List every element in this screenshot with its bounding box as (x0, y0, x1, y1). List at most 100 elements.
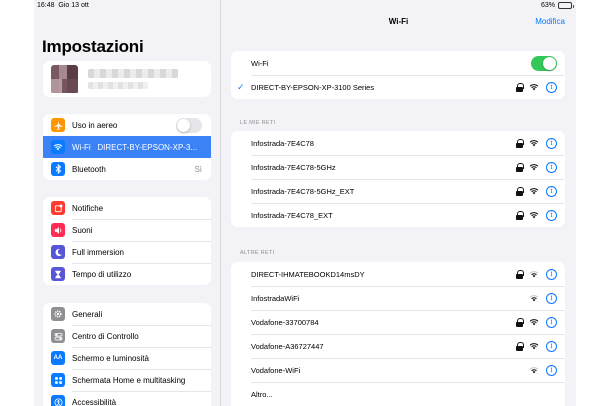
info-icon[interactable]: i (546, 137, 557, 149)
right-margin (576, 0, 610, 406)
date-text: Gio 13 ott (58, 2, 89, 9)
sidebar-item-schermata-home[interactable]: Schermata Home e multitasking (43, 369, 211, 391)
wifi-toggle-label: Wi-Fi (251, 58, 269, 68)
wifi-signal-icon (529, 295, 539, 302)
network-row[interactable]: Infostrada-7E4C78 i (231, 131, 565, 155)
blurred-name (88, 69, 178, 78)
status-time: 16:48 Gio 13 ott (37, 2, 89, 9)
sidebar-item-wifi[interactable]: Wi-Fi DIRECT-BY-EPSON-XP-3... (43, 136, 211, 158)
network-row[interactable]: Infostrada-7E4C78_EXT i (231, 203, 565, 227)
wifi-signal-icon (529, 319, 539, 326)
network-row[interactable]: InfostradaWiFi i (231, 286, 565, 310)
hourglass-icon (51, 267, 65, 281)
sidebar-item-label: Wi-Fi DIRECT-BY-EPSON-XP-3... (72, 143, 211, 152)
lock-icon (515, 210, 524, 220)
sidebar-group-connectivity: Uso in aereo Wi-Fi DIRECT-BY-EPSON-XP-3.… (43, 114, 211, 180)
other-network-row[interactable]: Altro... (231, 382, 565, 406)
wifi-signal-icon (529, 84, 539, 91)
lock-icon (515, 82, 524, 92)
other-networks-header: ALTRE RETI (240, 250, 275, 256)
sidebar-group-general: Generali Centro di Controllo AA Schermo … (43, 303, 211, 406)
info-icon[interactable]: i (546, 81, 557, 93)
wifi-icon (51, 140, 65, 154)
bluetooth-value: Sì (194, 164, 202, 174)
sidebar-item-label: Bluetooth (72, 164, 106, 174)
wifi-signal-icon (529, 164, 539, 171)
network-name: Infostrada-7E4C78-5GHz (251, 162, 336, 172)
info-icon[interactable]: i (546, 268, 557, 280)
sidebar-item-generali[interactable]: Generali (43, 303, 211, 325)
edit-button[interactable]: Modifica (535, 17, 565, 26)
network-name: Vodafone-33700784 (251, 317, 319, 327)
sidebar-item-label: Suoni (72, 225, 93, 235)
info-icon[interactable]: i (546, 316, 557, 328)
lock-icon (515, 138, 524, 148)
my-networks-header: LE MIE RETI (240, 120, 276, 126)
wifi-signal-icon (529, 343, 539, 350)
wifi-toggle[interactable] (531, 55, 557, 71)
network-row[interactable]: Vodafone-A36727447 i (231, 334, 565, 358)
sidebar-item-tempo-di-utilizzo[interactable]: Tempo di utilizzo (43, 263, 211, 285)
speaker-icon (51, 223, 65, 237)
sidebar-item-bluetooth[interactable]: Bluetooth Sì (43, 158, 211, 180)
other-networks-list: DIRECT-IHMATEBOOKD14msDY i InfostradaWiF… (231, 262, 565, 406)
battery-percent: 63% (540, 2, 555, 9)
network-name: Vodafone-A36727447 (251, 341, 324, 351)
wifi-status-card: Wi-Fi ✓ DIRECT-BY-EPSON-XP-3100 Series i (231, 51, 565, 99)
info-icon[interactable]: i (546, 364, 557, 376)
network-row[interactable]: Vodafone-33700784 i (231, 310, 565, 334)
network-row[interactable]: DIRECT-IHMATEBOOKD14msDY i (231, 262, 565, 286)
info-icon[interactable]: i (546, 185, 557, 197)
wifi-current-network: DIRECT-BY-EPSON-XP-3... (97, 142, 198, 152)
sidebar-item-label: Centro di Controllo (72, 331, 139, 341)
info-icon[interactable]: i (546, 161, 557, 173)
battery-icon (558, 2, 574, 9)
wifi-signal-icon (529, 212, 539, 219)
network-name: DIRECT-IHMATEBOOKD14msDY (251, 269, 365, 279)
blurred-subtitle (88, 82, 148, 89)
wifi-signal-icon (529, 188, 539, 195)
info-icon[interactable]: i (546, 340, 557, 352)
my-networks-list: Infostrada-7E4C78 i Infostrada-7E4C78-5G… (231, 131, 565, 227)
sidebar-item-schermo[interactable]: AA Schermo e luminosità (43, 347, 211, 369)
sidebar-item-accessibilita[interactable]: Accessibilità (43, 391, 211, 406)
info-icon[interactable]: i (546, 209, 557, 221)
sidebar-item-full-immersion[interactable]: Full immersion (43, 241, 211, 263)
gear-icon (51, 307, 65, 321)
grid-icon (51, 373, 65, 387)
sidebar-item-label: Accessibilità (72, 397, 117, 406)
sidebar-item-airplane[interactable]: Uso in aereo (43, 114, 211, 136)
info-icon[interactable]: i (546, 292, 557, 304)
wifi-signal-icon (529, 271, 539, 278)
lock-icon (515, 269, 524, 279)
airplane-icon (51, 118, 65, 132)
network-name: Infostrada-7E4C78-5GHz_EXT (251, 186, 355, 196)
left-margin (0, 0, 34, 406)
airplane-toggle[interactable] (176, 117, 202, 133)
notification-icon (51, 201, 65, 215)
sidebar-item-label: Notifiche (72, 203, 104, 213)
time-text: 16:48 (37, 2, 55, 9)
sidebar-item-label: Generali (72, 309, 103, 319)
network-name: Infostrada-7E4C78 (251, 138, 314, 148)
sidebar-item-suoni[interactable]: Suoni (43, 219, 211, 241)
sidebar-item-notifiche[interactable]: Notifiche (43, 197, 211, 219)
status-right: 63% (540, 2, 574, 9)
wifi-signal-icon (529, 367, 539, 374)
text-size-icon: AA (51, 351, 65, 365)
network-row[interactable]: Vodafone-WiFi i (231, 358, 565, 382)
wifi-signal-icon (529, 140, 539, 147)
wifi-toggle-row: Wi-Fi (231, 51, 565, 75)
lock-icon (515, 317, 524, 327)
page-title: Wi-Fi (388, 17, 409, 26)
network-row[interactable]: Infostrada-7E4C78-5GHz_EXT i (231, 179, 565, 203)
sidebar-item-label: Schermo e luminosità (72, 353, 149, 363)
sidebar-item-label: Tempo di utilizzo (72, 269, 132, 279)
moon-icon (51, 245, 65, 259)
network-row[interactable]: Infostrada-7E4C78-5GHz i (231, 155, 565, 179)
sidebar-item-label: Uso in aereo (72, 120, 118, 130)
sidebar-item-centro-di-controllo[interactable]: Centro di Controllo (43, 325, 211, 347)
connected-network-row[interactable]: ✓ DIRECT-BY-EPSON-XP-3100 Series i (231, 75, 565, 99)
apple-id-profile[interactable] (43, 61, 211, 97)
network-name: DIRECT-BY-EPSON-XP-3100 Series (251, 82, 375, 92)
